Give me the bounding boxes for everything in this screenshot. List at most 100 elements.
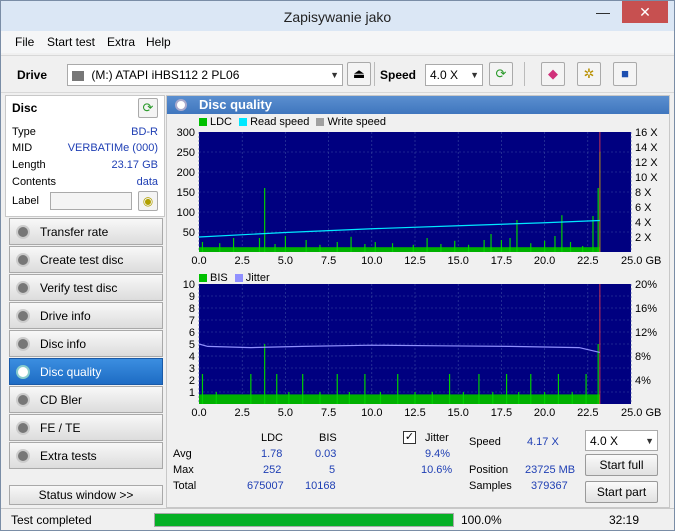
drive-select[interactable]: (M:) ATAPI iHBS112 2 PL06 ▼ <box>67 64 343 86</box>
x-tick-label: 2.5 <box>235 255 250 267</box>
chevron-down-icon: ▼ <box>330 70 339 80</box>
erase-button[interactable]: ◆ <box>541 62 565 86</box>
nav-label: Disc quality <box>40 365 102 379</box>
disc-icon <box>16 393 30 407</box>
settings-button[interactable]: ✲ <box>577 62 601 86</box>
speed-select[interactable]: 4.0 X ▼ <box>425 64 483 86</box>
checkmark-icon: ✓ <box>404 431 415 443</box>
x-tick-label: 5.0 <box>278 255 293 267</box>
disc-label-input[interactable] <box>50 192 132 210</box>
position-value: 23725 MB <box>525 464 576 476</box>
y-tick-label: 300 <box>177 128 195 139</box>
progress-bar <box>154 513 454 527</box>
y2-tick-label: 12% <box>635 327 657 339</box>
y-tick-label: 150 <box>177 187 195 199</box>
y2-tick-label: 16 X <box>635 128 658 139</box>
toolbar-divider <box>524 62 525 86</box>
write-speed-legend-swatch <box>316 118 325 127</box>
disc-icon <box>16 421 30 435</box>
speed-stat-value: 4.17 X <box>527 436 559 448</box>
gears-icon: ✲ <box>583 66 595 81</box>
max-ldc: 252 <box>263 464 282 476</box>
disc-icon <box>16 225 30 239</box>
x-tick-label: 25.0 GB <box>621 255 661 267</box>
jitter-checkbox[interactable]: ✓ <box>403 431 416 444</box>
close-button[interactable]: ✕ <box>622 1 668 23</box>
left-panel: Disc ⟳ Type BD-R MID VERBATIMe (000) Len… <box>5 95 165 508</box>
disc-refresh-button[interactable]: ⟳ <box>138 98 158 118</box>
chevron-down-icon: ▼ <box>470 70 479 80</box>
disc-icon <box>16 365 30 379</box>
avg-bis: 0.03 <box>315 448 337 460</box>
y-tick-label: 9 <box>189 291 195 303</box>
chevron-down-icon: ▼ <box>645 436 654 446</box>
y-tick-label: 200 <box>177 167 195 179</box>
nav-transfer-rate[interactable]: Transfer rate <box>9 218 163 245</box>
legend-write-speed: Write speed <box>327 116 386 128</box>
x-tick-label: 12.5 <box>404 255 425 267</box>
stats-row-label: Total <box>173 480 197 492</box>
refresh-icon: ⟳ <box>495 66 507 81</box>
nav-drive-info[interactable]: Drive info <box>9 302 163 329</box>
stats-col-ldc: LDC <box>261 432 284 444</box>
disc-icon: ◉ <box>142 194 154 208</box>
panel-header: Disc quality <box>167 96 669 114</box>
nav-create-test-disc[interactable]: Create test disc <box>9 246 163 273</box>
y-tick-label: 4 <box>189 351 195 363</box>
x-tick-label: 2.5 <box>235 407 250 419</box>
x-tick-label: 12.5 <box>404 407 425 419</box>
disc-quality-icon <box>175 99 187 111</box>
disc-panel-title: Disc <box>12 101 38 115</box>
contents-value: data <box>136 176 158 188</box>
x-tick-label: 15.0 <box>447 407 468 419</box>
position-label: Position <box>469 464 509 476</box>
speed-label: Speed <box>380 68 417 82</box>
x-tick-label: 10.0 <box>361 407 382 419</box>
title-bar: Zapisywanie jako — ✕ <box>1 1 674 31</box>
ldc-legend-swatch <box>199 118 207 127</box>
x-tick-label: 0.0 <box>191 255 206 267</box>
y-tick-label: 100 <box>177 207 195 219</box>
window-title: Zapisywanie jako <box>283 9 392 25</box>
y-tick-label: 3 <box>189 363 195 375</box>
type-label: Type <box>12 126 36 138</box>
nav-fe-te[interactable]: FE / TE <box>9 414 163 441</box>
nav-label: Verify test disc <box>40 281 118 295</box>
nav-extra-tests[interactable]: Extra tests <box>9 442 163 469</box>
nav-verify-test-disc[interactable]: Verify test disc <box>9 274 163 301</box>
nav-disc-info[interactable]: Disc info <box>9 330 163 357</box>
menu-file[interactable]: File <box>15 35 34 49</box>
nav-label: Extra tests <box>40 449 97 463</box>
menu-extra[interactable]: Extra <box>107 35 135 49</box>
nav-cd-bler[interactable]: CD Bler <box>9 386 163 413</box>
refresh-button[interactable]: ⟳ <box>489 62 513 86</box>
eject-button[interactable]: ⏏ <box>347 62 371 86</box>
x-tick-label: 22.5 <box>577 255 598 267</box>
panel-title: Disc quality <box>199 97 272 112</box>
start-full-button[interactable]: Start full <box>585 454 658 476</box>
progress-percent: 100.0% <box>461 513 502 527</box>
length-label: Length <box>12 159 46 171</box>
disc-label-button[interactable]: ◉ <box>138 191 158 211</box>
x-tick-label: 25.0 GB <box>621 407 661 419</box>
y-tick-label: 6 <box>189 327 195 339</box>
x-tick-label: 5.0 <box>278 407 293 419</box>
y2-tick-label: 6 X <box>635 202 652 214</box>
minimize-button[interactable]: — <box>588 1 618 23</box>
ldc-chart: 0.0 2.5 5.0 7.5 10.0 12.5 15.0 17.5 20.0 22.5 25.0… <box>177 128 662 267</box>
x-tick-label: 7.5 <box>321 255 336 267</box>
menu-help[interactable]: Help <box>146 35 171 49</box>
y2-tick-label: 12 X <box>635 157 658 169</box>
samples-label: Samples <box>469 480 512 492</box>
save-button[interactable]: ■ <box>613 62 637 86</box>
length-value: 23.17 GB <box>111 159 158 171</box>
menu-start-test[interactable]: Start test <box>47 35 95 49</box>
test-speed-select[interactable]: 4.0 X ▼ <box>585 430 658 451</box>
disc-icon <box>16 281 30 295</box>
y2-tick-label: 2 X <box>635 232 652 244</box>
x-tick-label: 22.5 <box>577 407 598 419</box>
x-tick-label: 17.5 <box>491 407 512 419</box>
nav-disc-quality[interactable]: Disc quality <box>9 358 163 385</box>
status-window-button[interactable]: Status window >> <box>9 485 163 505</box>
start-part-button[interactable]: Start part <box>585 481 658 503</box>
